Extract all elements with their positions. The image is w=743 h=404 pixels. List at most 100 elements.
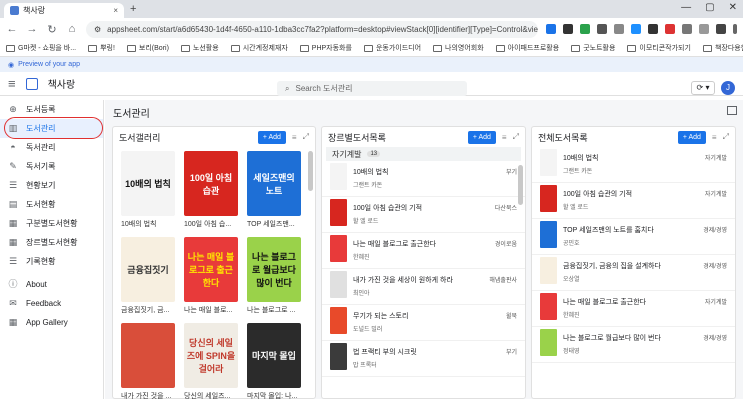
minimize-icon[interactable]: —	[681, 2, 691, 13]
bookmark-item[interactable]: PHP자동화를	[300, 43, 352, 53]
list-icon: ☰	[8, 257, 18, 266]
scrollbar[interactable]	[518, 165, 523, 205]
sidebar-item[interactable]: ▦구분별도서현황	[0, 214, 103, 233]
expand-icon[interactable]: ⤢	[513, 132, 519, 142]
gallery-card[interactable]: 100일 아침 습관100일 아침 습...	[182, 151, 240, 232]
add-button[interactable]: + Add	[258, 131, 286, 144]
extension-icon[interactable]	[580, 24, 590, 34]
list-item[interactable]: 내가 가진 것을 세상이 원하게 하라최인아해냄출판사	[322, 269, 525, 305]
extension-icon[interactable]	[682, 24, 692, 34]
book-thumbnail	[330, 163, 347, 190]
bookmark-item[interactable]: 나의영어회화	[433, 43, 484, 53]
filter-icon[interactable]: ≡	[292, 133, 297, 142]
home-icon[interactable]: ⌂	[66, 23, 78, 35]
back-icon[interactable]: ←	[6, 23, 18, 35]
extension-icon[interactable]	[597, 24, 607, 34]
bookmark-item[interactable]: 굿노트활용	[571, 43, 615, 53]
add-button[interactable]: + Add	[468, 131, 496, 144]
bookmark-item[interactable]: 이모티콘작가되기	[627, 43, 691, 53]
gallery-card[interactable]: 나는 매일 블로그로 출근한다나는 매일 블로...	[182, 237, 240, 318]
menu-icon[interactable]: ≡	[8, 76, 16, 91]
list-item[interactable]: 나는 매일 블로그로 출근한다한혜진경이로움	[322, 233, 525, 269]
extension-icon[interactable]	[563, 24, 573, 34]
puzzle-icon[interactable]	[699, 24, 709, 34]
sidebar-item[interactable]: ☰현황보기	[0, 176, 103, 195]
browser-tab[interactable]: 책사랑 ×	[4, 3, 124, 18]
expand-icon[interactable]: ⤢	[303, 132, 309, 142]
extension-icon[interactable]	[546, 24, 556, 34]
bookmark-item[interactable]: 노선활용	[181, 43, 219, 53]
gallery-card[interactable]: 마지막 몰입마지막 몰입: 나...	[245, 323, 303, 404]
book-title: 내가 가진 것을 세상이 원하게 하라	[353, 275, 453, 285]
book-cover: 10배의 법칙	[121, 151, 175, 216]
sidebar-item[interactable]: ▦장르별도서현황	[0, 233, 103, 252]
scrollbar[interactable]	[308, 151, 313, 191]
gallery-card[interactable]: 내가 가진 것을 ...	[119, 323, 177, 404]
filter-icon[interactable]: ≡	[502, 133, 507, 142]
site-info-icon[interactable]: ⚙	[94, 25, 101, 34]
bookmark-item[interactable]: 책장다용한	[703, 43, 743, 53]
gallery-card[interactable]: 금융집짓기금융집짓기, 금...	[119, 237, 177, 318]
sidebar-item[interactable]: ☰기록현황	[0, 252, 103, 271]
bookmark-item[interactable]: 아이패드프로활용	[496, 43, 560, 53]
close-window-icon[interactable]: ✕	[729, 2, 737, 13]
new-tab-button[interactable]: +	[130, 3, 136, 15]
list-item[interactable]: 금융집짓기, 금융의 집을 설계하다오상열경제/경영	[532, 255, 735, 291]
book-category: 경이로움	[495, 239, 517, 248]
folder-icon	[496, 45, 505, 52]
filter-icon[interactable]: ≡	[712, 133, 717, 142]
book-title: 100일 아침 습관의 기적	[563, 189, 632, 199]
extension-icon[interactable]	[648, 24, 658, 34]
bookmark-item[interactable]: 시간계정제재자	[231, 43, 288, 53]
user-avatar[interactable]: J	[721, 81, 735, 95]
sidebar-item[interactable]: ◓독서관리	[0, 138, 103, 157]
tab-favicon-icon	[10, 6, 19, 15]
menu-dots-icon[interactable]	[733, 24, 737, 34]
extension-icon[interactable]	[631, 24, 641, 34]
list-item[interactable]: 법 프랙티 부의 시크릿밥 프록터부기	[322, 341, 525, 377]
bookmark-item[interactable]: 운동가이드디어	[364, 43, 421, 53]
list-item[interactable]: 무기가 되는 스토리도널드 밀러윌북	[322, 305, 525, 341]
profile-avatar[interactable]	[716, 24, 726, 34]
list-item[interactable]: 100일 아침 습관의 기적할 엘 로드자기계발	[532, 183, 735, 219]
group-header[interactable]: 자기계발 13	[326, 147, 521, 161]
extension-icon[interactable]	[665, 24, 675, 34]
list-item[interactable]: 나는 블로그로 월급보다 많이 번다정태영경제/경영	[532, 327, 735, 363]
card-label: 나는 블로그로 ...	[247, 304, 301, 318]
tab-close-icon[interactable]: ×	[113, 6, 118, 15]
sidebar-item[interactable]: ⓘAbout	[0, 275, 103, 294]
layout-icon[interactable]	[727, 106, 737, 115]
gallery-card[interactable]: 나는 블로그로 월급보다 많이 번다나는 블로그로 ...	[245, 237, 303, 318]
list-item[interactable]: 나는 매일 블로그로 출근한다한혜진자기계발	[532, 291, 735, 327]
list-item[interactable]: TOP 세일즈맨의 노트를 훔치다공민호경제/경영	[532, 219, 735, 255]
bookmark-label: 보리(Bori)	[139, 43, 169, 53]
sidebar: ⊕도서등록▥도서관리◓독서관리✎독서기록☰현황보기▤도서현황▦구분별도서현황▦장…	[0, 100, 104, 399]
expand-icon[interactable]: ⤢	[723, 132, 729, 142]
gallery-card[interactable]: 당신의 세일즈에 SPIN을 걸어라당신의 세일즈...	[182, 323, 240, 404]
extension-icon[interactable]	[614, 24, 624, 34]
list-item[interactable]: 10배의 법칙그랜트 카돈부기	[322, 161, 525, 197]
forward-icon[interactable]: →	[26, 23, 38, 35]
sidebar-item[interactable]: ▤도서현황	[0, 195, 103, 214]
sidebar-item[interactable]: ✉Feedback	[0, 294, 103, 313]
browser-toolbar: ← → ↻ ⌂ ⚙ appsheet.com/start/a6d65430-1d…	[0, 18, 743, 40]
gallery-card[interactable]: 10배의 법칙10배의 법칙	[119, 151, 177, 232]
search-input[interactable]: ⌕ Search 도서관리	[277, 81, 467, 96]
list-item[interactable]: 10배의 법칙그랜트 카돈자기계발	[532, 147, 735, 183]
sidebar-item[interactable]: ✎독서기록	[0, 157, 103, 176]
book-cover: 당신의 세일즈에 SPIN을 걸어라	[184, 323, 238, 388]
address-bar[interactable]: ⚙ appsheet.com/start/a6d65430-1d4f-4650-…	[86, 21, 538, 38]
maximize-icon[interactable]: ▢	[705, 2, 714, 13]
sidebar-item-label: Feedback	[26, 299, 61, 308]
list-item[interactable]: 100일 아침 습관의 기적할 엘 로드다산북스	[322, 197, 525, 233]
sidebar-item[interactable]: ▦App Gallery	[0, 313, 103, 332]
bookmark-item[interactable]: 뿌링!	[88, 43, 115, 53]
gallery-card[interactable]: 세일즈맨의 노트TOP 세일즈맨...	[245, 151, 303, 232]
app-header-actions: ⟳ ▾ J	[691, 81, 735, 95]
add-button[interactable]: + Add	[678, 131, 706, 144]
sync-button[interactable]: ⟳ ▾	[691, 81, 715, 95]
card-label: 나는 매일 블로...	[184, 304, 238, 318]
reload-icon[interactable]: ↻	[46, 23, 58, 36]
bookmark-item[interactable]: G마켓 - 쇼핑을 바...	[6, 43, 76, 53]
bookmark-item[interactable]: 보리(Bori)	[127, 43, 169, 53]
